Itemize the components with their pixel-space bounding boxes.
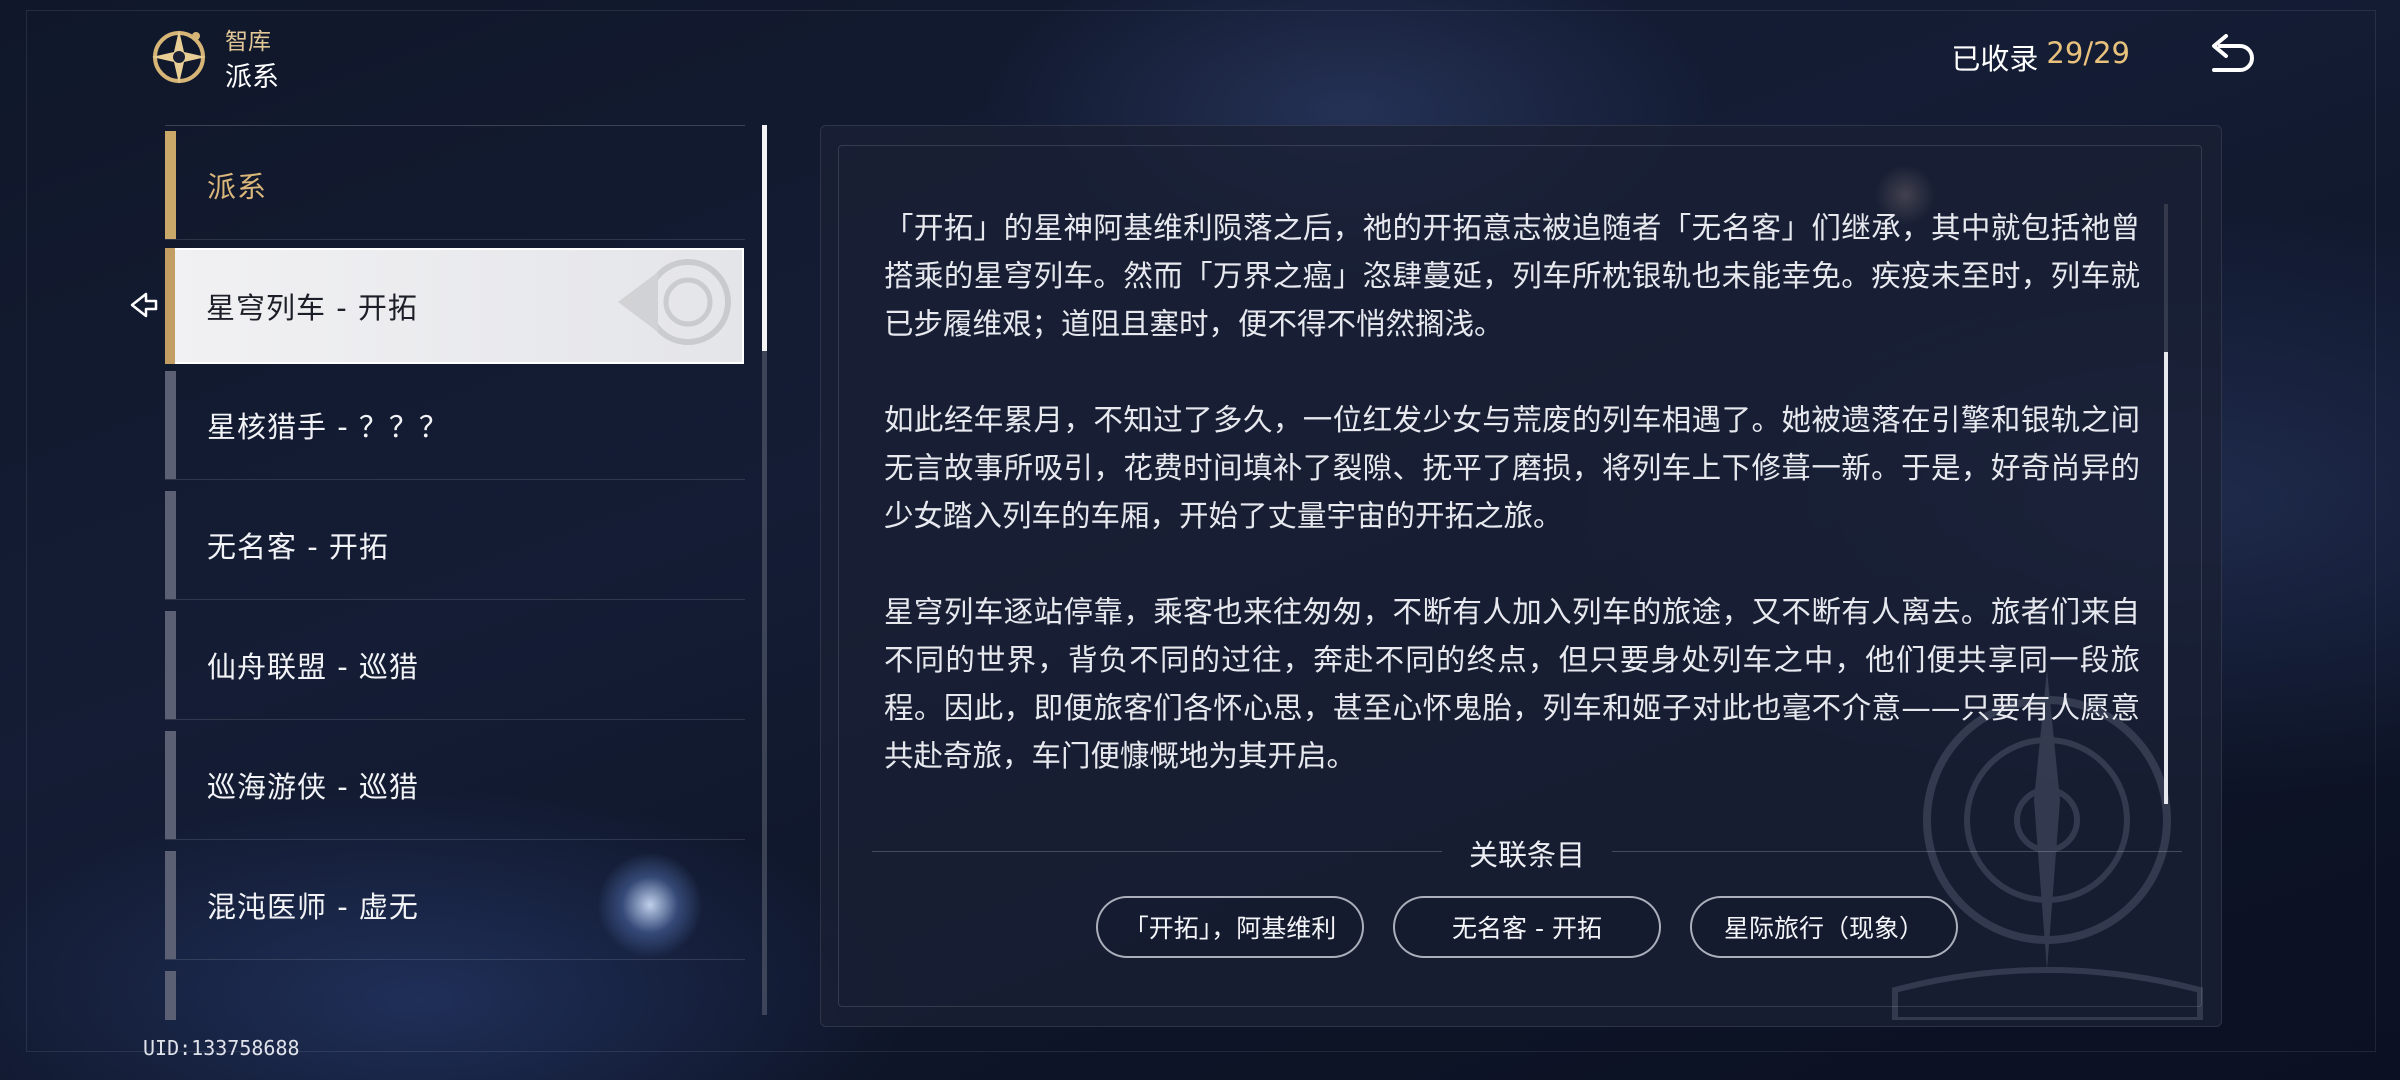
related-entries-title: 关联条目	[1468, 838, 1585, 872]
list-item-marker	[165, 371, 176, 479]
list-item-xianzhou-alliance[interactable]: 仙舟联盟 - 巡猎	[165, 611, 745, 720]
description-paragraph: 如此经年累月，不知过了多久，一位红发少女与荒废的列车相遇了。她被遗落在引擎和银轨…	[884, 403, 2140, 533]
faction-list[interactable]: 派系 星穹列车 - 开拓 星核猎手 - ？？？ 无名客 - 开拓 仙舟联盟 - …	[165, 125, 747, 1020]
list-item-partial[interactable]	[165, 971, 745, 1020]
description-paragraph: 星穹列车逐站停靠，乘客也来往匆匆，不断有人加入列车的旅途，又不断有人离去。旅者们…	[884, 595, 2140, 773]
list-item-label: 星穹列车 - 开拓	[206, 291, 418, 325]
text-scrollbar-thumb[interactable]	[2164, 352, 2168, 804]
list-item-marker	[165, 611, 176, 719]
list-item-nameless[interactable]: 无名客 - 开拓	[165, 491, 745, 600]
list-item-label: 无名客 - 开拓	[207, 530, 389, 564]
list-item-label: 星核猎手 - ？？？	[207, 410, 449, 444]
collected-count: 29/29	[2046, 36, 2130, 70]
list-item-marker	[165, 131, 176, 239]
list-item-chaos-medics[interactable]: 混沌医师 - 虚无	[165, 851, 745, 960]
list-item-label: 派系	[207, 170, 268, 204]
list-item-marker	[165, 491, 176, 599]
back-button[interactable]	[2200, 25, 2262, 87]
list-item-marker	[165, 971, 176, 1020]
list-item-label: 仙舟联盟 - 巡猎	[207, 650, 419, 684]
header-subtitle: 派系	[225, 62, 279, 93]
list-item-category[interactable]: 派系	[165, 131, 745, 240]
list-item-galaxy-rangers[interactable]: 巡海游侠 - 巡猎	[165, 731, 745, 840]
related-divider-left	[872, 851, 1442, 852]
header-title: 智库	[225, 29, 271, 55]
faction-emblem-icon	[618, 259, 731, 345]
related-entry-button-nameless[interactable]: 无名客 - 开拓	[1393, 896, 1661, 958]
collected-label: 已收录	[1951, 42, 2039, 76]
list-item-label: 混沌医师 - 虚无	[207, 890, 419, 924]
list-item-stellaron-hunters[interactable]: 星核猎手 - ？？？	[165, 371, 745, 480]
collected-counter: 已收录 29/29	[1951, 36, 2130, 78]
compass-star-icon	[150, 24, 208, 86]
list-item-marker	[165, 248, 175, 364]
selection-pointer-icon	[130, 292, 158, 318]
related-entry-button-interstellar-travel[interactable]: 星际旅行（现象）	[1690, 896, 1958, 958]
user-id: UID:133758688	[143, 1036, 300, 1060]
description-paragraph: 「开拓」的星神阿基维利陨落之后，祂的开拓意志被追随者「无名客」们继承，其中就包括…	[884, 211, 2140, 341]
list-item-marker	[165, 851, 176, 959]
list-item-astral-express[interactable]: 星穹列车 - 开拓	[165, 248, 744, 364]
list-scrollbar-thumb[interactable]	[762, 125, 767, 351]
list-item-label: 巡海游侠 - 巡猎	[207, 770, 419, 804]
list-item-marker	[165, 731, 176, 839]
description-text: 「开拓」的星神阿基维利陨落之后，祂的开拓意志被追随者「无名客」们继承，其中就包括…	[884, 204, 2140, 800]
related-divider-right	[1612, 851, 2182, 852]
return-arrow-icon	[2212, 34, 2254, 72]
related-entry-button-trailblaze-akivili[interactable]: 「开拓」，阿基维利	[1096, 896, 1364, 958]
